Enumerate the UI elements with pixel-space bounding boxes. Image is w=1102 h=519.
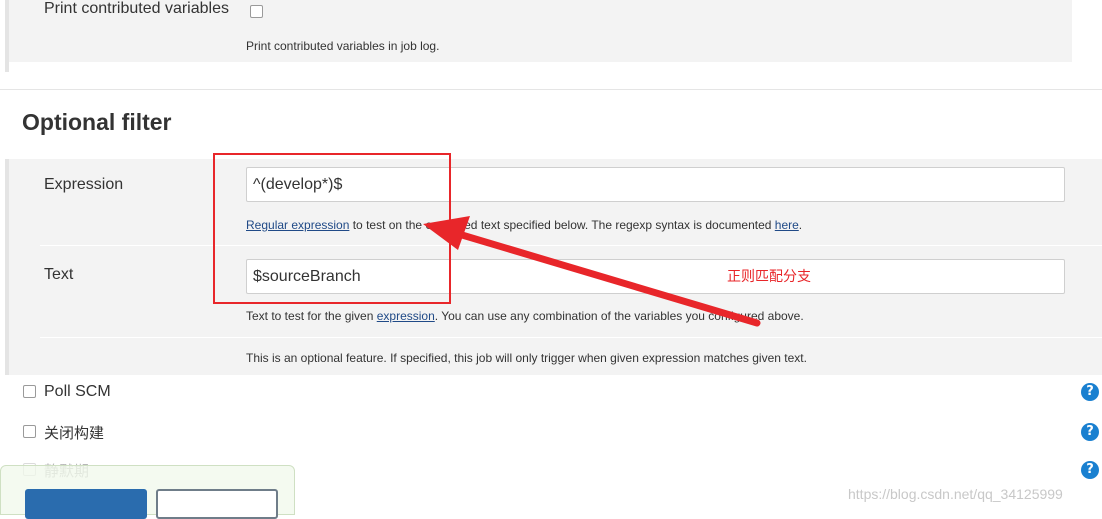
trigger-disable-build[interactable]: 关闭构建 ? — [0, 420, 1102, 444]
poll-scm-label: Poll SCM — [44, 383, 111, 400]
trigger-poll-scm[interactable]: Poll SCM ? — [0, 380, 1102, 404]
poll-scm-checkbox[interactable] — [23, 385, 36, 398]
watermark: https://blog.csdn.net/qq_34125999 — [848, 486, 1063, 502]
poll-scm-help-icon[interactable]: ? — [1081, 383, 1099, 401]
disable-build-checkbox[interactable] — [23, 425, 36, 438]
disable-build-label: 关闭构建 — [44, 424, 105, 442]
quiet-period-help-icon[interactable]: ? — [1081, 461, 1099, 479]
disable-build-help-icon[interactable]: ? — [1081, 423, 1099, 441]
